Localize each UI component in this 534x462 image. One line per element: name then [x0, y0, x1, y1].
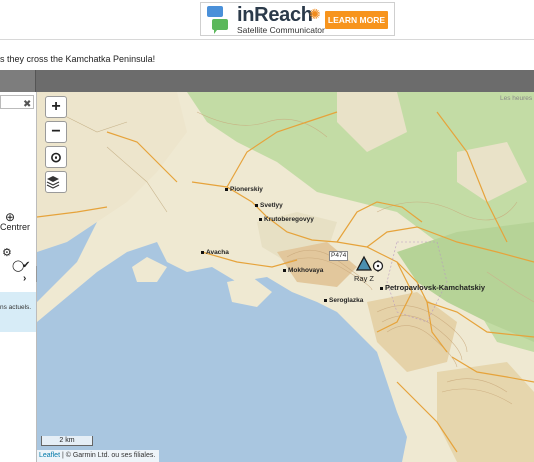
- centre-button[interactable]: Centrer: [0, 222, 30, 232]
- settings-icon[interactable]: ⚙: [2, 247, 12, 259]
- map-viewport[interactable]: + − ⊙ Les heures Pionerskiy Svetlyy Krut…: [37, 92, 534, 462]
- left-panel: ✖ ⊕ Centrer ⚙ ◯ ✔ › ns actuels.: [0, 92, 37, 462]
- chevron-right-icon[interactable]: ›: [23, 273, 26, 284]
- map-attribution: Leaflet | © Garmin Ltd. ou ses filiales.: [37, 450, 159, 462]
- scale-bar: 2 km: [41, 436, 93, 446]
- tracker-marker[interactable]: [356, 255, 388, 273]
- attribution-text: | © Garmin Ltd. ou ses filiales.: [60, 452, 156, 459]
- place-pionerskiy: Pionerskiy: [225, 186, 263, 193]
- road-label: P474: [329, 251, 349, 261]
- panel-message: ns actuels.: [0, 292, 36, 332]
- place-petropavlovsk: Petropavlovsk-Kamchatskiy: [380, 283, 485, 292]
- map-tiles: [37, 92, 534, 462]
- chat-bubbles-icon: [207, 6, 228, 34]
- panel-search-input[interactable]: ✖: [0, 95, 34, 110]
- ad-subtitle: Satellite Communicator: [237, 25, 325, 35]
- learn-more-button[interactable]: LEARN MORE: [325, 11, 388, 29]
- layers-icon[interactable]: [45, 171, 67, 193]
- place-krutoberegovyy: Krutoberegovyy: [259, 216, 314, 223]
- info-text: s they cross the Kamchatka Peninsula!: [0, 54, 156, 64]
- ad-brand: inReach: [237, 4, 313, 26]
- place-avacha: Avacha: [201, 249, 229, 256]
- zoom-out-button[interactable]: −: [45, 121, 67, 143]
- close-icon[interactable]: ✖: [23, 99, 31, 110]
- tracker-label: Ray Z: [354, 274, 375, 283]
- place-svetlyy: Svetlyy: [255, 202, 283, 209]
- inreach-ad[interactable]: inReach ✺ Satellite Communicator LEARN M…: [200, 2, 395, 36]
- map-header-bar: [0, 70, 534, 92]
- leaflet-link[interactable]: Leaflet: [39, 452, 60, 459]
- panel-tools: ⚙ ◯: [2, 246, 36, 272]
- time-label: Les heures: [500, 95, 533, 102]
- spark-icon: ✺: [309, 6, 321, 22]
- layers-glyph: [46, 176, 60, 189]
- place-seroglazka: Seroglazka: [324, 297, 363, 304]
- zoom-in-button[interactable]: +: [45, 96, 67, 118]
- place-mokhovaya: Mokhovaya: [283, 267, 323, 274]
- locate-icon[interactable]: ⊙: [45, 146, 67, 168]
- check-icon[interactable]: ✔: [22, 260, 30, 271]
- panel-header-bar: [0, 70, 36, 92]
- top-banner: inReach ✺ Satellite Communicator LEARN M…: [0, 0, 534, 40]
